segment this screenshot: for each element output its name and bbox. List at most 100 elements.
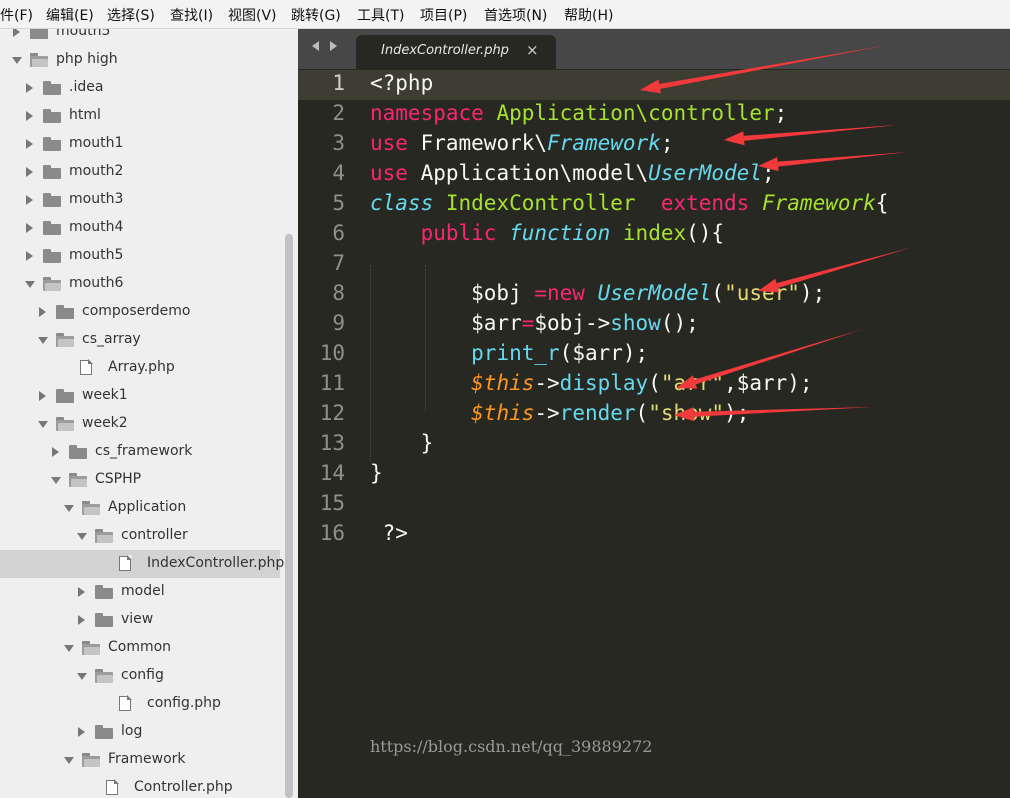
tree-folder[interactable]: cs_framework xyxy=(0,438,280,466)
tree-folder[interactable]: model xyxy=(0,578,280,606)
folder-icon xyxy=(43,277,61,291)
chevron-down-icon[interactable] xyxy=(12,57,22,64)
menu-bar: 件(F) 编辑(E) 选择(S) 查找(I) 视图(V) 跳转(G) 工具(T) 项目(P) 首… xyxy=(0,0,1010,29)
watermark: https://blog.csdn.net/qq_39889272 xyxy=(370,737,653,756)
annotation-arrow-shaft xyxy=(694,329,863,385)
file-icon xyxy=(106,779,119,795)
tree-file[interactable]: IndexController.php xyxy=(0,550,284,578)
tree-file[interactable]: config.php xyxy=(0,690,280,718)
menu-item[interactable]: 件(F) xyxy=(0,5,33,25)
annotation-arrow-shaft xyxy=(776,247,913,288)
menu-item[interactable]: 帮助(H) xyxy=(564,5,613,25)
annotation-arrow-shaft xyxy=(777,152,908,167)
tree-folder[interactable]: Application xyxy=(0,494,280,522)
tree-folder[interactable]: mouth3 xyxy=(0,186,280,214)
chevron-down-icon[interactable] xyxy=(77,533,87,540)
tree-folder[interactable]: mouth2 xyxy=(0,158,280,186)
chevron-right-icon[interactable] xyxy=(26,139,33,149)
chevron-right-icon[interactable] xyxy=(78,727,85,737)
chevron-right-icon[interactable] xyxy=(26,83,33,93)
tree-folder[interactable]: mouth6 xyxy=(0,270,280,298)
chevron-down-icon[interactable] xyxy=(64,505,74,512)
tree-folder[interactable]: config xyxy=(0,662,280,690)
tree-file[interactable]: Controller.php xyxy=(0,774,280,798)
menu-item[interactable]: 编辑(E) xyxy=(46,5,94,25)
chevron-down-icon[interactable] xyxy=(38,421,48,428)
chevron-right-icon[interactable] xyxy=(39,307,46,317)
sidebar-file-tree[interactable]: mouth5 php high .idea html mouth1 mouth2 mouth… xyxy=(0,29,298,798)
menu-item[interactable]: 首选项(N) xyxy=(484,5,547,25)
chevron-down-icon[interactable] xyxy=(38,337,48,344)
folder-icon xyxy=(43,109,61,123)
tree-folder[interactable]: view xyxy=(0,606,280,634)
folder-icon xyxy=(56,333,74,347)
folder-icon xyxy=(69,445,87,459)
tree-item-label: Array.php xyxy=(108,359,175,375)
annotation-arrow-head xyxy=(758,157,779,172)
tree-folder[interactable]: CSPHP xyxy=(0,466,280,494)
sidebar-scrollbar-thumb[interactable] xyxy=(285,234,293,798)
chevron-right-icon[interactable] xyxy=(39,391,46,401)
chevron-right-icon[interactable] xyxy=(26,251,33,261)
menu-item[interactable]: 选择(S) xyxy=(107,5,155,25)
folder-icon xyxy=(43,193,61,207)
chevron-down-icon[interactable] xyxy=(25,281,35,288)
menu-item[interactable]: 跳转(G) xyxy=(291,5,341,25)
tree-folder[interactable]: mouth1 xyxy=(0,130,280,158)
menu-item[interactable]: 查找(I) xyxy=(170,5,213,25)
tree-folder[interactable]: .idea xyxy=(0,74,280,102)
folder-icon xyxy=(43,165,61,179)
folder-icon xyxy=(56,389,74,403)
tree-folder[interactable]: week2 xyxy=(0,410,280,438)
chevron-right-icon[interactable] xyxy=(78,587,85,597)
folder-icon xyxy=(30,29,48,39)
tree-item-label: Common xyxy=(108,639,172,655)
tree-item-label: cs_array xyxy=(82,331,141,347)
chevron-right-icon[interactable] xyxy=(26,223,33,233)
tree-folder[interactable]: mouth4 xyxy=(0,214,280,242)
tree-item-label: mouth2 xyxy=(69,163,124,179)
tree-folder[interactable]: cs_array xyxy=(0,326,280,354)
chevron-down-icon[interactable] xyxy=(64,645,74,652)
tree-item-label: Controller.php xyxy=(134,779,233,795)
annotation-arrow-head xyxy=(724,131,745,146)
chevron-right-icon[interactable] xyxy=(26,195,33,205)
chevron-right-icon[interactable] xyxy=(78,615,85,625)
chevron-down-icon[interactable] xyxy=(51,477,61,484)
tree-folder[interactable]: log xyxy=(0,718,280,746)
tree-folder[interactable]: Framework xyxy=(0,746,280,774)
chevron-right-icon[interactable] xyxy=(52,447,59,457)
tree-file[interactable]: Array.php xyxy=(0,354,280,382)
folder-icon xyxy=(43,249,61,263)
file-icon xyxy=(119,555,132,571)
tree-item-label: cs_framework xyxy=(95,443,193,459)
chevron-right-icon[interactable] xyxy=(26,111,33,121)
menu-item[interactable]: 视图(V) xyxy=(228,5,277,25)
tree-folder[interactable]: mouth5 xyxy=(0,29,280,46)
folder-icon xyxy=(43,137,61,151)
tree-item-label: mouth1 xyxy=(69,135,124,151)
menu-item[interactable]: 项目(P) xyxy=(420,5,467,25)
tree-folder[interactable]: mouth5 xyxy=(0,242,280,270)
folder-icon xyxy=(69,473,87,487)
tree-item-label: week2 xyxy=(82,415,128,431)
folder-icon xyxy=(82,753,100,767)
tree-item-label: php high xyxy=(56,51,118,67)
folder-icon xyxy=(30,53,48,67)
tree-folder[interactable]: week1 xyxy=(0,382,280,410)
annotation-arrow-head xyxy=(758,278,780,293)
chevron-right-icon[interactable] xyxy=(13,29,20,37)
chevron-down-icon[interactable] xyxy=(64,757,74,764)
tree-folder[interactable]: controller xyxy=(0,522,280,550)
tree-folder[interactable]: composerdemo xyxy=(0,298,280,326)
tree-item-label: composerdemo xyxy=(82,303,191,319)
folder-icon xyxy=(82,501,100,515)
menu-item[interactable]: 工具(T) xyxy=(357,5,404,25)
tree-folder[interactable]: Common xyxy=(0,634,280,662)
tree-folder[interactable]: php high xyxy=(0,46,280,74)
tree-item-label: CSPHP xyxy=(95,471,142,487)
chevron-down-icon[interactable] xyxy=(77,673,87,680)
chevron-right-icon[interactable] xyxy=(26,167,33,177)
tree-folder[interactable]: html xyxy=(0,102,280,130)
code-editor[interactable]: IndexController.php × 1 <?php 2 namespace A… xyxy=(298,29,1010,798)
